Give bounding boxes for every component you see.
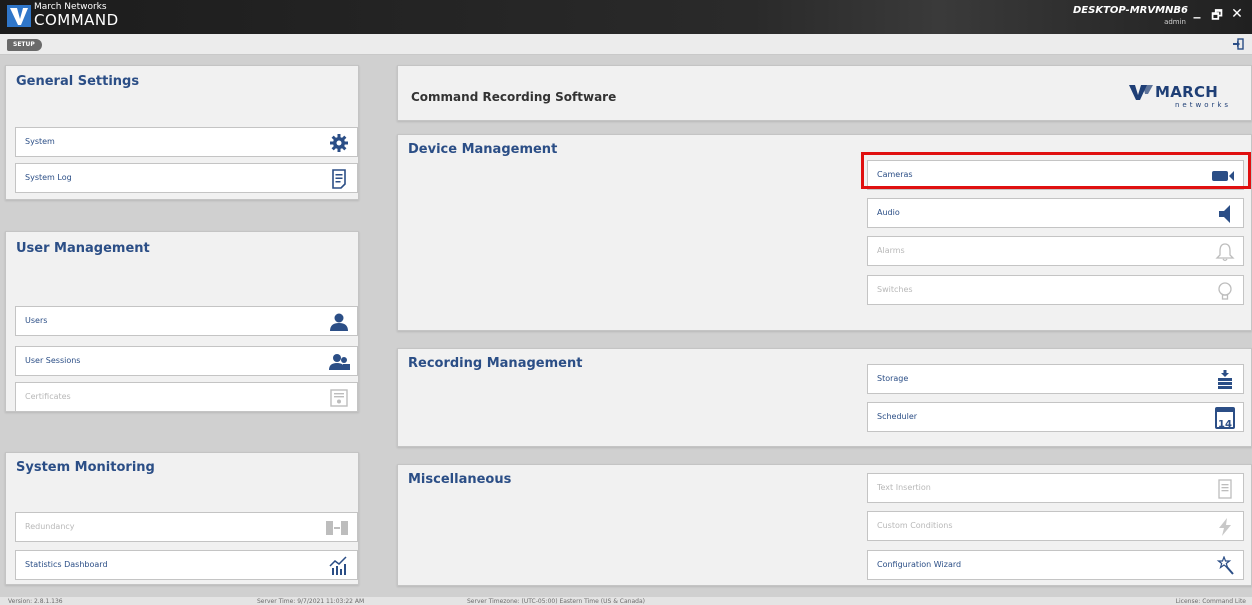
march-networks-logo-icon <box>7 5 31 27</box>
lightning-icon <box>1219 518 1231 536</box>
panel-title: Device Management <box>408 142 558 157</box>
lightbulb-icon <box>1218 282 1232 300</box>
users-icon <box>329 354 350 370</box>
speaker-icon <box>1219 205 1230 223</box>
status-bar: Version: 2.8.1.136 Server Time: 9/7/2021… <box>0 597 1252 605</box>
configuration-wizard-button[interactable]: Configuration Wizard <box>867 550 1244 580</box>
server-time-text: Server Time: 9/7/2021 11:03:22 AM <box>257 598 365 605</box>
logo-product: COMMAND <box>34 11 119 29</box>
item-label: Switches <box>877 285 913 294</box>
cameras-highlight-box <box>861 152 1251 189</box>
item-label: Configuration Wizard <box>877 560 962 569</box>
user-management-panel: User Management Users User Sessions Cert… <box>5 231 359 412</box>
scheduler-button[interactable]: Scheduler 14 <box>867 402 1244 432</box>
item-label: System <box>25 137 55 146</box>
march-networks-brand: MARCH networks <box>1129 82 1239 118</box>
gear-icon <box>330 134 348 152</box>
panel-title: Miscellaneous <box>408 472 512 487</box>
item-label: Redundancy <box>25 522 75 531</box>
system-log-button[interactable]: System Log <box>15 163 358 193</box>
recording-management-panel: Recording Management Storage Scheduler 1… <box>397 348 1252 447</box>
logout-icon[interactable] <box>1231 37 1245 51</box>
alarms-button[interactable]: Alarms <box>867 236 1244 266</box>
calendar-icon: 14 <box>1215 407 1235 430</box>
item-label: Text Insertion <box>877 483 931 492</box>
brand-logo-icon <box>1129 85 1153 100</box>
statistics-dashboard-button[interactable]: Statistics Dashboard <box>15 550 358 580</box>
setup-breadcrumb[interactable]: SETUP <box>7 39 42 51</box>
license-text: License: Command Lite <box>1175 598 1246 605</box>
header-panel: Command Recording Software MARCH network… <box>397 65 1252 121</box>
item-label: System Log <box>25 173 72 182</box>
brand-subtitle: networks <box>1175 101 1232 109</box>
item-label: Alarms <box>877 246 905 255</box>
item-label: Scheduler <box>877 412 918 421</box>
brand-name: MARCH <box>1155 83 1219 101</box>
miscellaneous-panel: Miscellaneous Text Insertion Custom Cond… <box>397 464 1252 586</box>
item-label: Storage <box>877 374 909 383</box>
system-monitoring-panel: System Monitoring Redundancy Statistics … <box>5 452 359 585</box>
app-logo-text: March Networks COMMAND <box>34 3 119 28</box>
panel-title: Recording Management <box>408 356 583 371</box>
item-label: Certificates <box>25 392 71 401</box>
switches-button[interactable]: Switches <box>867 275 1244 305</box>
breadcrumb-bar: SETUP <box>0 34 1252 55</box>
item-label: Audio <box>877 208 900 217</box>
title-bar: March Networks COMMAND DESKTOP-MRVMNB6 a… <box>0 0 1252 34</box>
statistics-icon <box>329 556 347 575</box>
panel-title: System Monitoring <box>16 460 155 475</box>
wand-icon <box>1216 556 1234 575</box>
hostname: DESKTOP-MRVMNB6 <box>1073 5 1188 16</box>
system-button[interactable]: System <box>15 127 358 157</box>
minimize-button[interactable]: _ <box>1188 3 1206 23</box>
restore-button[interactable]: 🗗 <box>1208 6 1226 26</box>
custom-conditions-button[interactable]: Custom Conditions <box>867 511 1244 541</box>
redundancy-button[interactable]: Redundancy <box>15 512 358 542</box>
storage-icon <box>1218 370 1232 389</box>
version-text: Version: 2.8.1.136 <box>8 598 63 605</box>
user-icon <box>330 313 348 331</box>
item-label: User Sessions <box>25 356 81 365</box>
audio-button[interactable]: Audio <box>867 198 1244 228</box>
server-timezone-text: Server Timezone: (UTC-05:00) Eastern Tim… <box>467 598 645 605</box>
certificate-icon <box>330 389 348 407</box>
storage-button[interactable]: Storage <box>867 364 1244 394</box>
log-document-icon <box>332 169 346 189</box>
general-settings-panel: General Settings System System Log <box>5 65 359 200</box>
current-user: admin <box>1164 18 1186 26</box>
item-label: Users <box>25 316 48 325</box>
panel-title: General Settings <box>16 74 140 89</box>
certificates-button[interactable]: Certificates <box>15 382 358 412</box>
user-sessions-button[interactable]: User Sessions <box>15 346 358 376</box>
item-label: Custom Conditions <box>877 521 953 530</box>
text-insertion-button[interactable]: Text Insertion <box>867 473 1244 503</box>
text-insertion-icon <box>1218 479 1232 499</box>
panel-title: User Management <box>16 241 150 256</box>
calendar-day: 14 <box>1218 419 1232 430</box>
bell-icon <box>1215 243 1235 262</box>
redundancy-icon <box>326 521 348 535</box>
close-button[interactable]: ✕ <box>1228 6 1246 26</box>
software-title: Command Recording Software <box>411 90 617 104</box>
item-label: Statistics Dashboard <box>25 560 108 569</box>
users-button[interactable]: Users <box>15 306 358 336</box>
